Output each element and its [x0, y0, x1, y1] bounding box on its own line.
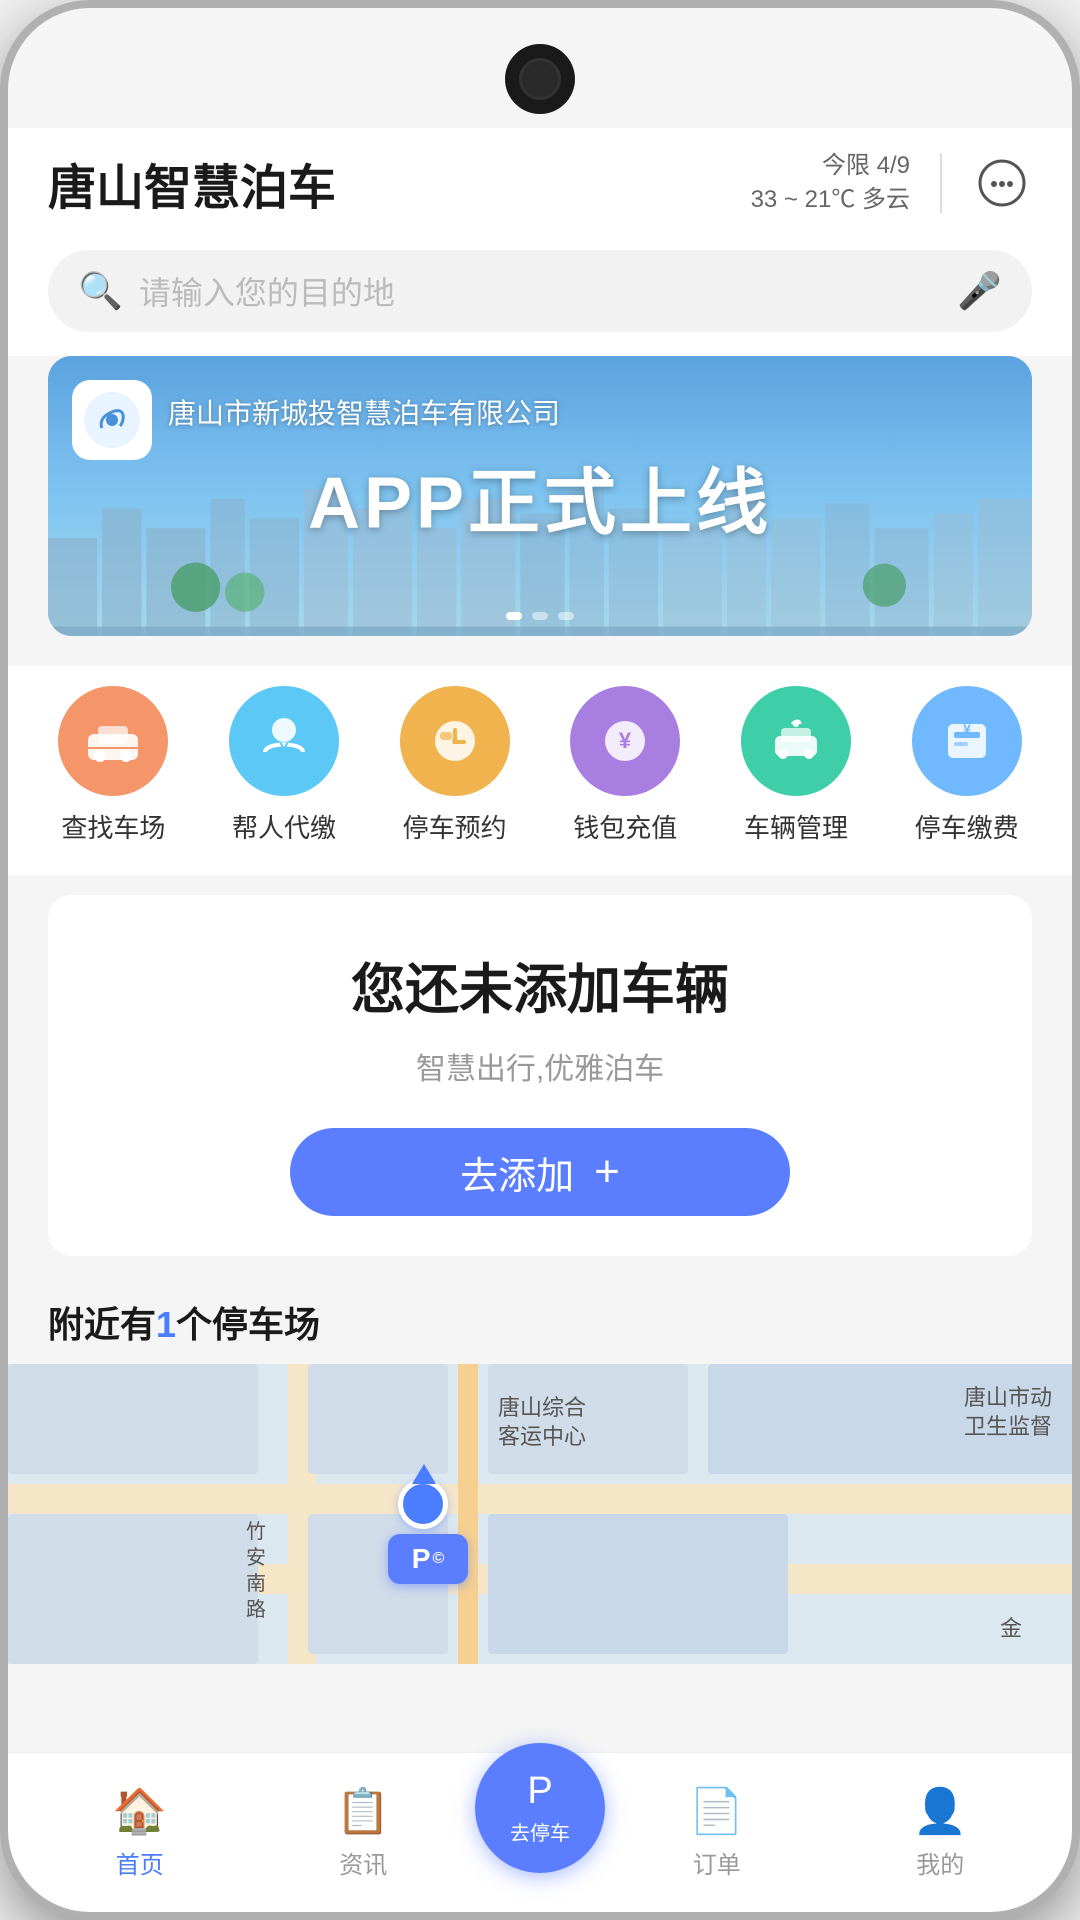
phone-screen: 唐山智慧泊车 今限 4/9 33 ~ 21℃ 多云: [8, 8, 1072, 1912]
nav-label-park: 去停车: [510, 1817, 570, 1846]
menu-item-parking-pay[interactable]: ¥ 停车缴费: [892, 686, 1042, 845]
menu-label-reserve: 停车预约: [403, 808, 507, 845]
vehicle-card: 您还未添加车辆 智慧出行,优雅泊车 去添加 +: [48, 895, 1032, 1256]
dot-2: [532, 612, 548, 620]
road-h1: [8, 1484, 1072, 1514]
menu-icon-reserve: [400, 686, 510, 796]
weather-info: 今限 4/9 33 ~ 21℃ 多云: [751, 149, 910, 216]
map-label-transit: 唐山综合 客运中心: [498, 1394, 586, 1451]
banner-dots: [506, 612, 574, 620]
menu-icon-vehicle: [741, 686, 851, 796]
divider: [940, 153, 942, 213]
map-block-4: [488, 1514, 788, 1654]
menu-icon-wallet: ¥: [570, 686, 680, 796]
nearby-prefix: 附近有: [48, 1304, 156, 1345]
nav-label-orders: 订单: [693, 1845, 741, 1880]
nearby-count: 1: [156, 1304, 176, 1345]
nav-item-mine[interactable]: 👤 我的: [829, 1785, 1053, 1880]
map-parking-pin[interactable]: P ©: [388, 1534, 468, 1584]
menu-label-wallet: 钱包充值: [573, 808, 677, 845]
map-block-6: [8, 1364, 258, 1474]
chat-icon[interactable]: [972, 153, 1032, 213]
menu-item-vehicle[interactable]: 车辆管理: [721, 686, 871, 845]
map-block-7: [8, 1514, 258, 1664]
map-location-arrow: [412, 1464, 436, 1484]
menu-label-pay-others: 帮人代缴: [232, 808, 336, 845]
menu-label-parking-pay: 停车缴费: [915, 808, 1019, 845]
nav-label-mine: 我的: [916, 1845, 964, 1880]
add-vehicle-plus-icon: +: [594, 1150, 620, 1194]
mine-icon: 👤: [913, 1785, 968, 1837]
home-icon: 🏠: [112, 1785, 167, 1837]
dot-1: [506, 612, 522, 620]
menu-item-reserve[interactable]: 停车预约: [380, 686, 530, 845]
camera-lens: [519, 58, 561, 100]
menu-item-wallet[interactable]: ¥ 钱包充值: [550, 686, 700, 845]
menu-icon-parking-pay: ¥: [912, 686, 1022, 796]
menu-icon-pay-others: ¥: [229, 686, 339, 796]
dot-3: [558, 612, 574, 620]
map-container[interactable]: 唐山综合 客运中心 竹 安 南 路 唐山市动 卫生监督 金: [8, 1364, 1072, 1664]
map-location-dot: [398, 1479, 448, 1529]
map-label-road: 竹 安 南 路: [246, 1519, 266, 1623]
vehicle-empty-title: 您还未添加车辆: [351, 945, 729, 1024]
app-title: 唐山智慧泊车: [48, 148, 336, 218]
search-icon: 🔍: [78, 270, 123, 312]
add-vehicle-btn-text: 去添加: [460, 1145, 574, 1200]
camera-notch: [505, 44, 575, 114]
nearby-title: 附近有1个停车场: [48, 1304, 320, 1345]
weather-line1: 今限 4/9: [751, 149, 910, 183]
svg-text:¥: ¥: [619, 728, 632, 753]
menu-item-pay-others[interactable]: ¥ 帮人代缴: [209, 686, 359, 845]
svg-text:¥: ¥: [280, 741, 289, 758]
banner-company: 唐山市新城投智慧泊车有限公司: [168, 392, 560, 432]
menu-label-find-parking: 查找车场: [61, 808, 165, 845]
nav-label-home: 首页: [116, 1845, 164, 1880]
header: 唐山智慧泊车 今限 4/9 33 ~ 21℃ 多云: [8, 128, 1072, 234]
nearby-section: 附近有1个停车场: [8, 1276, 1072, 1364]
road-v-orange: [458, 1364, 478, 1664]
add-vehicle-button[interactable]: 去添加 +: [290, 1128, 790, 1216]
map-label-health: 唐山市动 卫生监督: [964, 1384, 1052, 1441]
nearby-suffix: 个停车场: [176, 1304, 320, 1345]
banner-section: 唐山市新城投智慧泊车有限公司 APP正式上线: [48, 356, 1032, 636]
orders-icon: 📄: [689, 1785, 744, 1837]
map-label-gold: 金: [1000, 1615, 1022, 1644]
nav-center-park[interactable]: P 去停车: [475, 1743, 605, 1873]
news-icon: 📋: [336, 1785, 391, 1837]
mic-icon[interactable]: 🎤: [957, 270, 1002, 312]
menu-item-find-parking[interactable]: 查找车场: [38, 686, 188, 845]
bottom-nav: 🏠 首页 📋 资讯 P 去停车 📄 订单 👤 我的: [8, 1752, 1072, 1912]
search-bar: 🔍 请输入您的目的地 🎤: [8, 234, 1072, 356]
park-icon: P: [527, 1770, 552, 1813]
nav-item-home[interactable]: 🏠 首页: [28, 1785, 252, 1880]
nav-label-news: 资讯: [339, 1845, 387, 1880]
weather-line2: 33 ~ 21℃ 多云: [751, 183, 910, 217]
search-input-wrapper[interactable]: 🔍 请输入您的目的地 🎤: [48, 250, 1032, 332]
map-block-1: [308, 1364, 448, 1474]
header-right: 今限 4/9 33 ~ 21℃ 多云: [751, 149, 1032, 216]
quick-menu: 查找车场 ¥ 帮人代缴: [8, 666, 1072, 875]
banner-logo: [72, 380, 152, 460]
nav-item-news[interactable]: 📋 资讯: [252, 1785, 476, 1880]
vehicle-empty-subtitle: 智慧出行,优雅泊车: [416, 1044, 664, 1088]
nav-item-orders[interactable]: 📄 订单: [605, 1785, 829, 1880]
search-placeholder: 请输入您的目的地: [139, 268, 941, 314]
svg-text:¥: ¥: [963, 721, 971, 737]
menu-label-vehicle: 车辆管理: [744, 808, 848, 845]
menu-icon-find-parking: [58, 686, 168, 796]
phone-shell: 唐山智慧泊车 今限 4/9 33 ~ 21℃ 多云: [0, 0, 1080, 1920]
banner-title: APP正式上线: [308, 444, 772, 549]
